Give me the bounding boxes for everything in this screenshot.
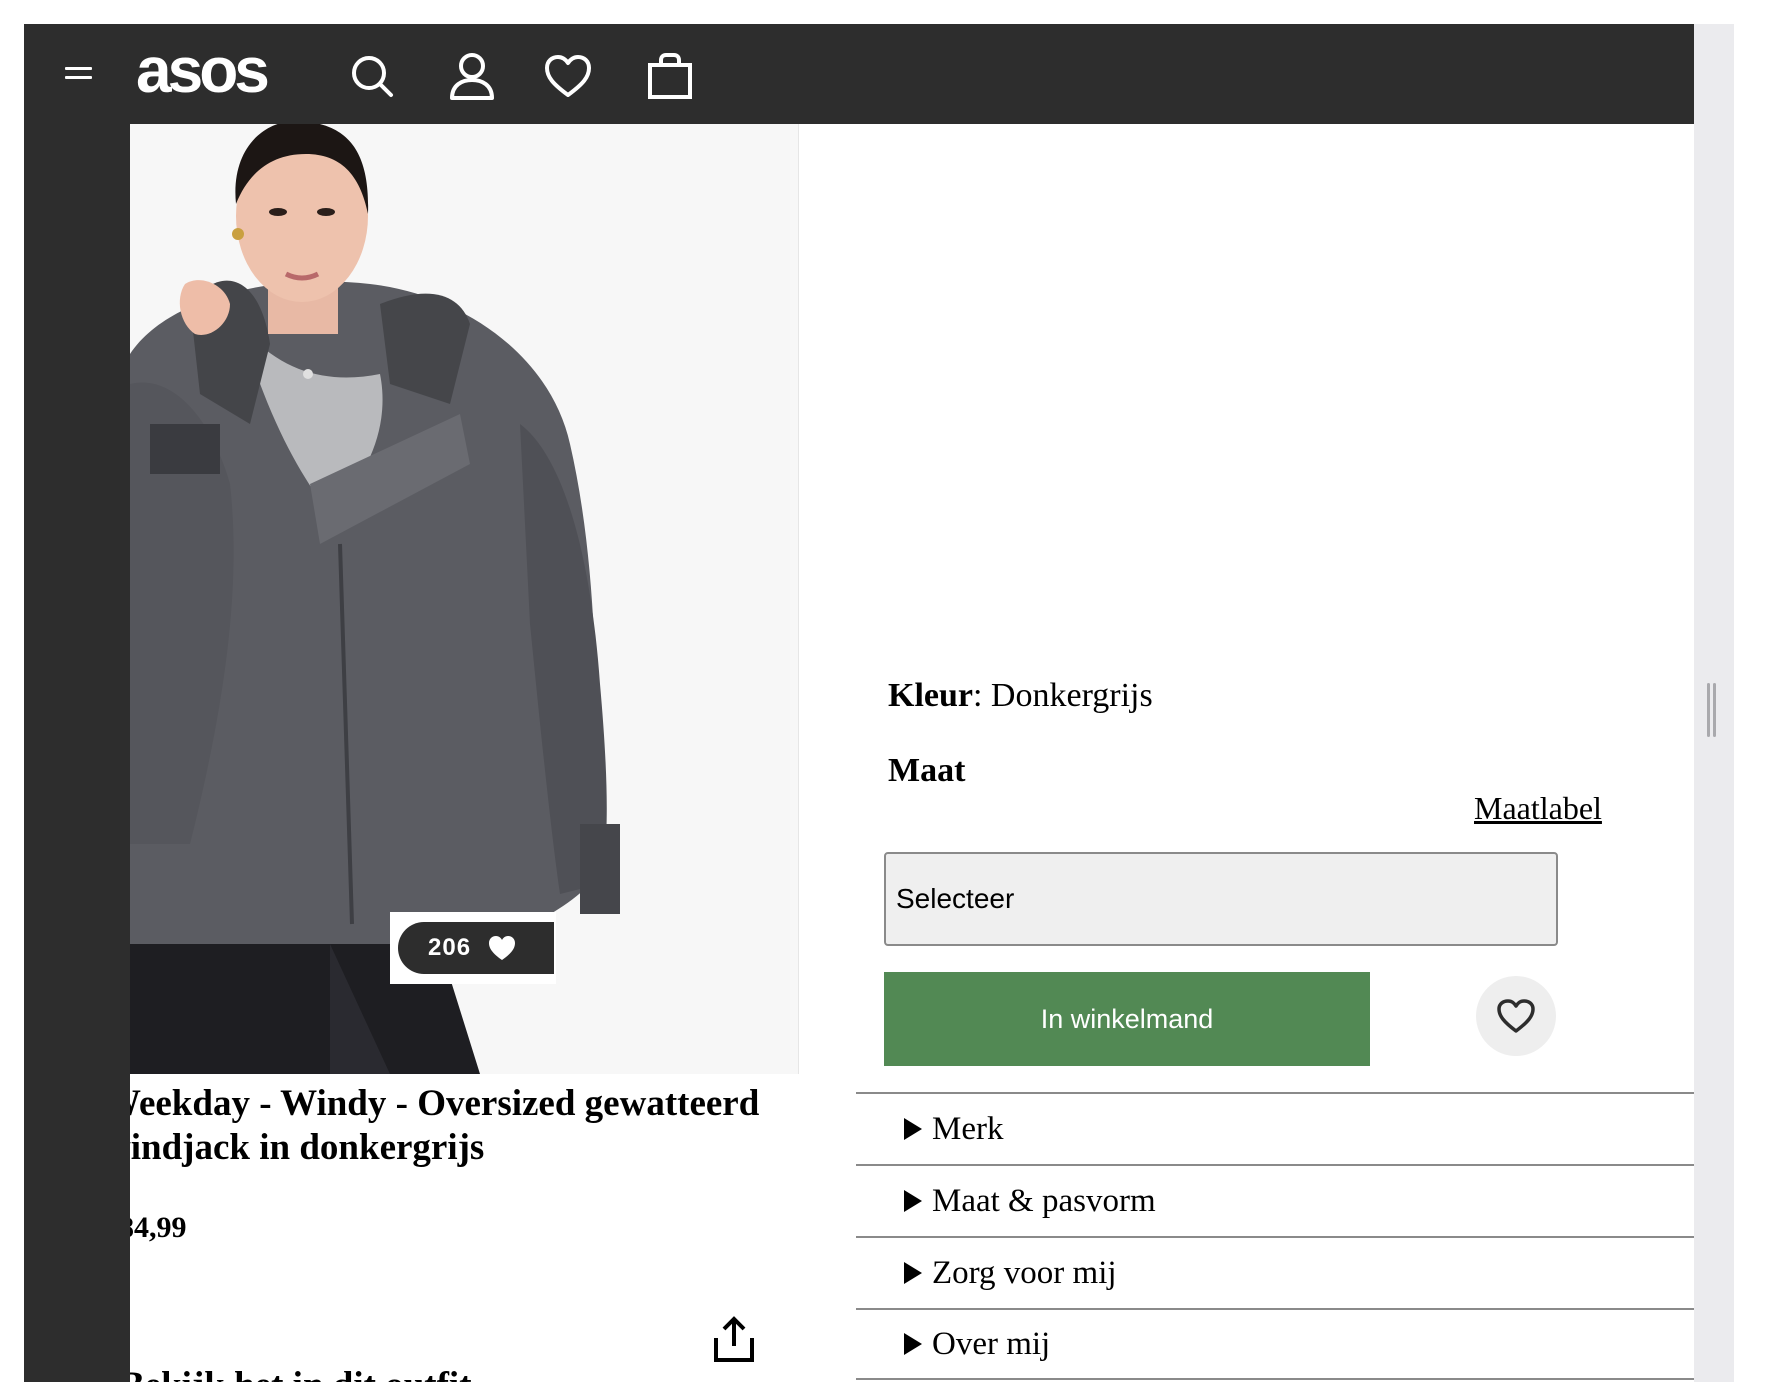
colour-value: : Donkergrijs xyxy=(972,677,1153,714)
size-guide-link[interactable]: Maatlabel xyxy=(1474,789,1602,827)
size-label: Maat xyxy=(888,752,966,789)
price-value: €84,99 xyxy=(130,1211,187,1244)
saved-count-badge[interactable]: 206 xyxy=(390,912,556,984)
product-price: €84,99 xyxy=(130,1210,250,1250)
product-title-line-1: Weekday - Windy - Oversized gewatteerd xyxy=(130,1083,760,1124)
accordion-label: Merk xyxy=(932,1110,1004,1147)
product-title-line-2: windjack in donkergrijs xyxy=(130,1127,485,1168)
search-icon[interactable] xyxy=(344,48,400,104)
accordion-item-size-fit[interactable]: Maat & pasvorm xyxy=(856,1164,1694,1236)
heart-outline-icon xyxy=(1497,999,1535,1033)
column-divider xyxy=(798,124,799,1074)
asos-logo[interactable]: asos xyxy=(136,38,270,102)
accordion-item-brand[interactable]: Merk xyxy=(856,1092,1694,1164)
disclosure-triangle-icon xyxy=(904,1118,922,1140)
outfit-heading: Bekijk het in dit outfit xyxy=(130,1364,790,1382)
saved-count: 206 xyxy=(428,934,472,961)
accordion-label: Zorg voor mij xyxy=(932,1254,1117,1291)
saved-count-pill[interactable]: 206 xyxy=(398,922,554,974)
accordion-item-about[interactable]: Over mij xyxy=(856,1308,1694,1380)
wishlist-icon[interactable] xyxy=(540,48,596,104)
add-to-bag-button[interactable]: In winkelmand xyxy=(884,972,1370,1066)
product-details-accordion: Merk Maat & pasvorm Zorg voor mij Over m… xyxy=(856,1092,1694,1380)
disclosure-triangle-icon xyxy=(904,1262,922,1284)
left-panel xyxy=(24,124,130,1382)
save-for-later-button[interactable] xyxy=(1476,976,1556,1056)
accordion-label: Over mij xyxy=(932,1325,1051,1362)
product-title: Weekday - Windy - Oversized gewatteerd w… xyxy=(130,1082,790,1182)
outfit-heading-text: Bekijk het in dit outfit xyxy=(130,1364,472,1382)
colour-label: Kleur xyxy=(888,677,973,714)
colour-info: Kleur: Donkergrijs xyxy=(888,676,1153,716)
heart-filled-icon xyxy=(489,936,516,960)
bag-icon[interactable] xyxy=(642,48,698,104)
disclosure-triangle-icon xyxy=(904,1333,922,1355)
site-header: asos xyxy=(24,24,1694,124)
disclosure-triangle-icon xyxy=(904,1190,922,1212)
account-icon[interactable] xyxy=(444,48,500,104)
accordion-label: Maat & pasvorm xyxy=(932,1182,1156,1219)
accordion-item-care[interactable]: Zorg voor mij xyxy=(856,1236,1694,1308)
share-icon[interactable] xyxy=(710,1316,758,1364)
menu-icon[interactable] xyxy=(62,56,94,92)
size-select[interactable]: Selecteer xyxy=(884,852,1558,946)
splitter-handle[interactable] xyxy=(1707,683,1717,737)
